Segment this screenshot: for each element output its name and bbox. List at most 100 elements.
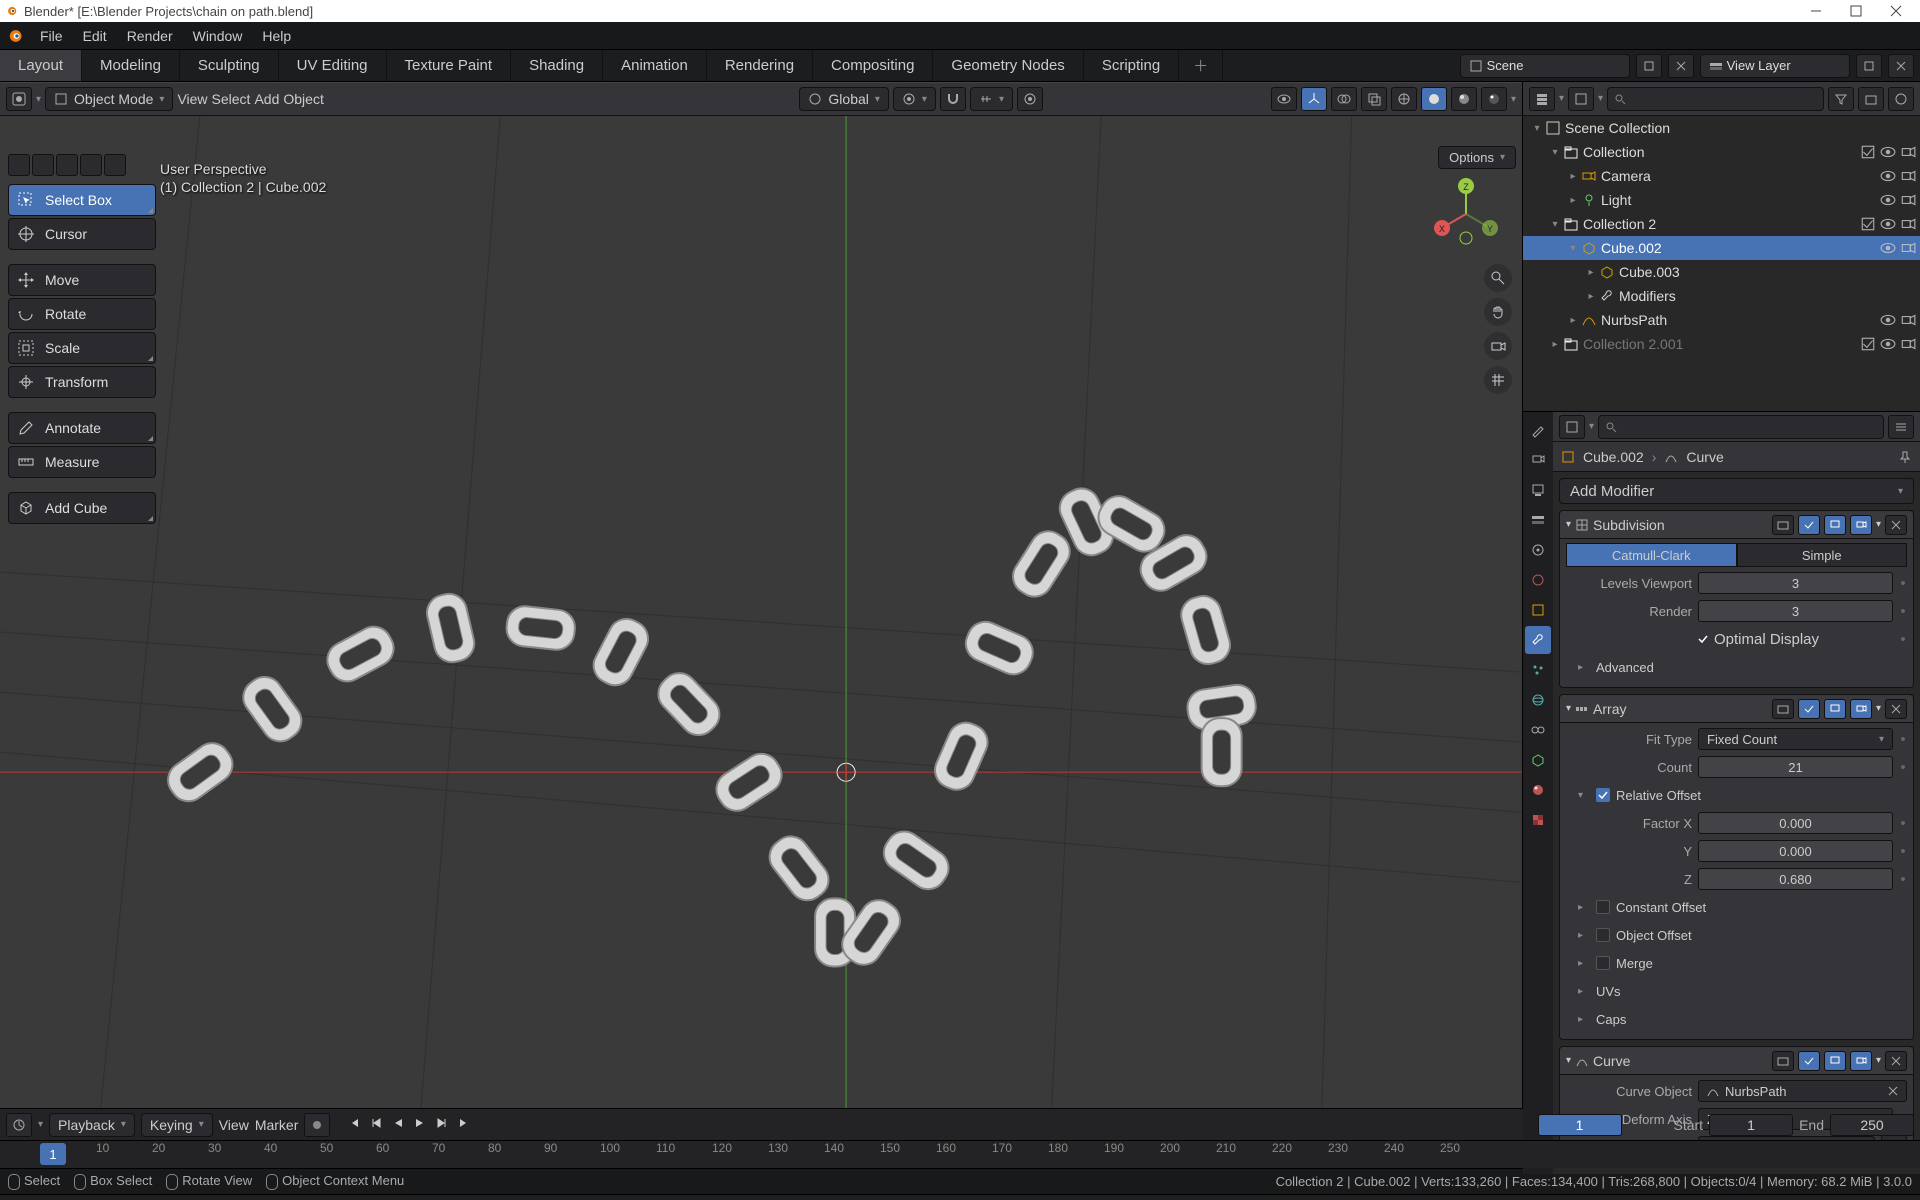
outliner-row[interactable]: ▾Collection: [1523, 140, 1920, 164]
mod-realtime-toggle[interactable]: [1772, 515, 1794, 535]
tool-measure[interactable]: Measure: [8, 446, 156, 478]
expand-toggle[interactable]: ▸: [1547, 339, 1563, 350]
viewlayer-new-button[interactable]: [1856, 54, 1882, 78]
blender-icon[interactable]: [4, 26, 24, 46]
start-frame-input[interactable]: 1: [1709, 1114, 1793, 1136]
collapse-toggle[interactable]: ▾: [1566, 703, 1571, 714]
end-frame-input[interactable]: 250: [1830, 1114, 1914, 1136]
ptab-texture[interactable]: [1525, 806, 1551, 834]
keyframe-dot[interactable]: •: [1899, 631, 1907, 648]
caps-toggle[interactable]: ▸Caps: [1566, 1007, 1907, 1031]
workspace-tab-uv[interactable]: UV Editing: [279, 50, 387, 81]
cam-toggle[interactable]: [1900, 192, 1916, 208]
collapse-toggle[interactable]: ▾: [1566, 519, 1571, 530]
editor-type-button[interactable]: [6, 87, 32, 111]
keyframe-dot[interactable]: •: [1899, 871, 1907, 888]
timeline-editor-type[interactable]: [6, 1113, 32, 1137]
shading-matprev[interactable]: [1451, 87, 1477, 111]
selectmode-3[interactable]: [56, 154, 78, 176]
mod-render-toggle[interactable]: [1850, 515, 1872, 535]
object-offset-toggle[interactable]: ▸Object Offset: [1566, 923, 1907, 947]
menu-window[interactable]: Window: [183, 28, 253, 44]
tool-annotate[interactable]: Annotate: [8, 412, 156, 444]
cam-toggle[interactable]: [1900, 144, 1916, 160]
workspace-tab-compositing[interactable]: Compositing: [813, 50, 933, 81]
orientation-selector[interactable]: Global▾: [799, 87, 889, 111]
taskbar-search[interactable]: [50, 1197, 92, 1200]
jump-end[interactable]: [454, 1113, 474, 1133]
mod-delete[interactable]: [1885, 1051, 1907, 1071]
ptab-output[interactable]: [1525, 476, 1551, 504]
props-editor-type[interactable]: [1559, 415, 1585, 439]
constant-offset-toggle[interactable]: ▸Constant Offset: [1566, 895, 1907, 919]
mod-viewport-toggle[interactable]: [1824, 515, 1846, 535]
mod-name[interactable]: Subdivision: [1593, 517, 1768, 533]
keyframe-dot[interactable]: •: [1899, 759, 1907, 776]
workspace-tab-scripting[interactable]: Scripting: [1084, 50, 1179, 81]
selectmode-2[interactable]: [32, 154, 54, 176]
crumb-obj[interactable]: Cube.002: [1583, 449, 1644, 465]
expand-toggle[interactable]: ▸: [1583, 291, 1599, 302]
vmenu-view[interactable]: View: [177, 91, 207, 107]
relative-offset-toggle[interactable]: ▾Relative Offset: [1566, 783, 1907, 807]
snap-type[interactable]: ▾: [970, 87, 1013, 111]
outliner-restriction[interactable]: [1888, 87, 1914, 111]
mod-editmode-toggle[interactable]: [1798, 515, 1820, 535]
expand-toggle[interactable]: ▾: [1547, 219, 1563, 230]
mod-realtime-toggle[interactable]: [1772, 699, 1794, 719]
tool-move[interactable]: Move: [8, 264, 156, 296]
taskbar-notepad[interactable]: [280, 1197, 322, 1200]
vmenu-object[interactable]: Object: [283, 91, 323, 107]
eye-toggle[interactable]: [1880, 240, 1896, 256]
tl-playback[interactable]: Playback▾: [49, 1113, 135, 1137]
count-input[interactable]: 21: [1698, 756, 1893, 778]
cam-toggle[interactable]: [1900, 216, 1916, 232]
scene-selector[interactable]: Scene: [1460, 54, 1630, 78]
tool-add-cube[interactable]: Add Cube: [8, 492, 156, 524]
merge-checkbox[interactable]: [1596, 956, 1610, 970]
tool-select-box[interactable]: Select Box: [8, 184, 156, 216]
menu-edit[interactable]: Edit: [73, 28, 117, 44]
pivot-selector[interactable]: ▾: [893, 87, 936, 111]
play[interactable]: [410, 1113, 430, 1133]
windows-start[interactable]: [4, 1197, 46, 1200]
expand-toggle[interactable]: ▸: [1565, 195, 1581, 206]
menu-help[interactable]: Help: [252, 28, 301, 44]
pin-icon[interactable]: [1898, 450, 1912, 464]
props-search[interactable]: [1598, 415, 1884, 439]
cam-toggle[interactable]: [1900, 336, 1916, 352]
mode-selector[interactable]: Object Mode▾: [45, 87, 173, 111]
mod-editmode-toggle[interactable]: [1798, 699, 1820, 719]
outliner-row[interactable]: ▾Cube.002: [1523, 236, 1920, 260]
shading-wireframe[interactable]: [1391, 87, 1417, 111]
expand-toggle[interactable]: ▸: [1583, 267, 1599, 278]
object-offset-checkbox[interactable]: [1596, 928, 1610, 942]
add-modifier-button[interactable]: Add Modifier ▾: [1559, 478, 1914, 504]
nav-pan[interactable]: [1484, 298, 1512, 326]
mod-extras[interactable]: ▾: [1876, 519, 1881, 530]
mod-extras[interactable]: ▾: [1876, 1055, 1881, 1066]
scene-new-button[interactable]: [1636, 54, 1662, 78]
cam-toggle[interactable]: [1900, 240, 1916, 256]
jump-prev-key[interactable]: [366, 1113, 386, 1133]
mod-render-toggle[interactable]: [1850, 699, 1872, 719]
render-levels-input[interactable]: 3: [1698, 600, 1893, 622]
eye-toggle[interactable]: [1880, 192, 1896, 208]
curve-object-select[interactable]: NurbsPath: [1698, 1080, 1907, 1102]
outliner-row[interactable]: ▸Cube.003: [1523, 260, 1920, 284]
merge-toggle[interactable]: ▸Merge: [1566, 951, 1907, 975]
ptab-world[interactable]: [1525, 566, 1551, 594]
ptab-modifiers[interactable]: [1525, 626, 1551, 654]
options-dropdown[interactable]: Options▾: [1438, 146, 1516, 169]
outliner-row[interactable]: ▾Scene Collection: [1523, 116, 1920, 140]
workspace-tab-geonodes[interactable]: Geometry Nodes: [933, 50, 1083, 81]
keyframe-dot[interactable]: •: [1899, 815, 1907, 832]
nav-gizmo[interactable]: Z X Y: [1430, 178, 1502, 250]
ptab-mesh[interactable]: [1525, 746, 1551, 774]
workspace-tab-animation[interactable]: Animation: [603, 50, 707, 81]
eye-toggle[interactable]: [1880, 144, 1896, 160]
ptab-physics[interactable]: [1525, 686, 1551, 714]
expand-toggle[interactable]: ▾: [1529, 123, 1545, 134]
expand-toggle[interactable]: ▸: [1565, 171, 1581, 182]
taskbar-app-3[interactable]: [418, 1197, 460, 1200]
